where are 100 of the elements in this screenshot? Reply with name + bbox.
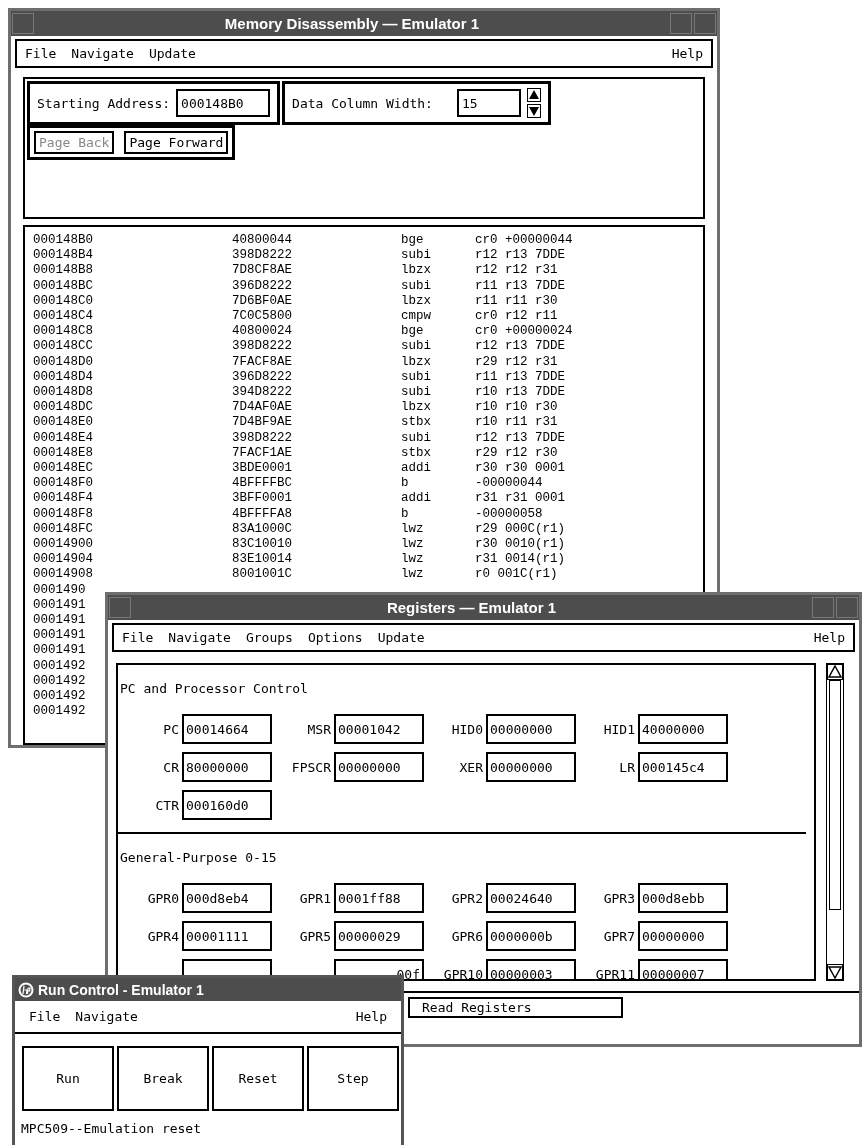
register-field[interactable]: 000160d0	[182, 790, 272, 820]
opcode-cell: 4BFFFFA8	[232, 506, 292, 522]
register-field[interactable]: 000d8eb4	[182, 883, 272, 913]
opcode-cell: 7C0C5800	[232, 309, 292, 325]
menu-item[interactable]: Update	[377, 630, 425, 645]
run-control-button[interactable]: Step	[307, 1046, 399, 1111]
address-cell: 000148DC	[33, 400, 93, 416]
page-button[interactable]: Page Forward	[124, 131, 229, 154]
register-field[interactable]: 0000000b	[486, 921, 576, 951]
run-control-button[interactable]: Reset	[212, 1046, 304, 1111]
address-cell: 000148B8	[33, 263, 93, 279]
group-title: General-Purpose 0-15	[119, 849, 278, 867]
register-field[interactable]: 00001042	[334, 714, 424, 744]
address-cell: 00014908	[33, 567, 93, 583]
address-cell: 000148C4	[33, 309, 93, 325]
operands-cell: r30 r30 0001	[475, 461, 565, 477]
opcode-cell: 7FACF1AE	[232, 445, 292, 462]
logo-icon[interactable]	[18, 981, 34, 998]
register-label: CR	[163, 759, 179, 775]
opcode-cell: 7D4AF0AE	[232, 400, 292, 416]
operands-cell: r12 r13 7DDE	[475, 248, 565, 264]
operands-cell: cr0 r12 r11	[475, 309, 558, 325]
starting-address-field[interactable]: 000148B0	[176, 89, 271, 117]
operands-cell: cr0 +00000024	[475, 324, 573, 340]
register-label: LR	[619, 759, 635, 775]
opcode-cell: 3BDE0001	[232, 461, 292, 477]
register-field[interactable]: 00000029	[334, 921, 424, 951]
menu-item[interactable]: Groups	[245, 630, 293, 645]
register-field[interactable]: 00000003	[486, 959, 576, 979]
register-label: CTR	[155, 797, 179, 813]
help-menu[interactable]: Help	[671, 46, 703, 61]
register-field[interactable]: 80000000	[182, 752, 272, 782]
run-control-button[interactable]: Run	[22, 1046, 114, 1111]
operands-cell: r31 r31 0001	[475, 491, 565, 507]
register-label: GPR5	[299, 928, 331, 944]
operands-cell: r30 0010(r1)	[475, 537, 565, 553]
mnemonic-cell: lbzx	[401, 263, 431, 279]
help-menu[interactable]: Help	[355, 1009, 387, 1024]
spin-arrows-icon[interactable]	[526, 88, 541, 118]
opcode-cell: 398D8222	[232, 339, 292, 355]
menu-item[interactable]: Update	[148, 46, 196, 61]
opcode-cell: 8001001C	[232, 567, 292, 583]
opcode-cell: 40800024	[232, 324, 292, 340]
mnemonic-cell: lbzx	[401, 354, 431, 370]
register-label: MSR	[307, 721, 331, 737]
register-field[interactable]: 000145c4	[638, 752, 728, 782]
mnemonic-cell: lwz	[401, 537, 424, 553]
register-field[interactable]: 00000000	[334, 752, 424, 782]
register-field[interactable]: 00024640	[486, 883, 576, 913]
scroll-thumb[interactable]	[829, 680, 841, 910]
opcode-cell: 83C10010	[232, 537, 292, 553]
address-cell: 000148F8	[33, 506, 93, 522]
mnemonic-cell: bge	[401, 324, 424, 340]
mnemonic-cell: stbx	[401, 415, 431, 431]
register-field[interactable]: 00014664	[182, 714, 272, 744]
menu-item[interactable]: File	[25, 46, 57, 61]
menu-item[interactable]: Navigate	[168, 630, 231, 645]
register-field[interactable]: 000d8ebb	[638, 883, 728, 913]
opcode-cell: 83A1000C	[232, 521, 292, 538]
operands-cell: -00000044	[475, 476, 543, 492]
register-label: XER	[459, 759, 483, 775]
register-field[interactable]: 00000000	[486, 752, 576, 782]
mnemonic-cell: addi	[401, 491, 431, 507]
column-width-field[interactable]: 15	[456, 89, 521, 117]
help-menu[interactable]: Help	[813, 630, 845, 645]
mnemonic-cell: subi	[401, 385, 431, 401]
address-cell: 000148E8	[33, 445, 93, 462]
run-control-button[interactable]: Break	[117, 1046, 209, 1111]
mnemonic-cell: lbzx	[401, 293, 431, 309]
register-field[interactable]: 00000000	[486, 714, 576, 744]
register-field[interactable]: 00000000	[638, 921, 728, 951]
status-field: Read Registers	[408, 997, 623, 1018]
menu-item[interactable]: Options	[307, 630, 363, 645]
operands-cell: r0 001C(r1)	[475, 567, 558, 583]
register-field[interactable]: 00000007	[638, 959, 728, 979]
register-label: HID0	[451, 721, 483, 737]
opcode-cell: 396D8222	[232, 369, 292, 386]
vertical-scrollbar[interactable]	[826, 663, 844, 981]
register-label: HID1	[603, 721, 635, 737]
address-cell: 000148D8	[33, 385, 93, 401]
opcode-cell: 396D8222	[232, 278, 292, 294]
address-cell: 000148C8	[33, 324, 93, 340]
opcode-cell: 3BFF0001	[232, 491, 292, 507]
menu-item[interactable]: Navigate	[75, 1009, 138, 1024]
register-field[interactable]: 0001ff88	[334, 883, 424, 913]
menu-item[interactable]: File	[122, 630, 154, 645]
mnemonic-cell: subi	[401, 369, 431, 386]
register-field[interactable]: 00001111	[182, 921, 272, 951]
scroll-down-icon[interactable]	[827, 964, 843, 980]
menu-item[interactable]: File	[29, 1009, 61, 1024]
scroll-up-icon[interactable]	[827, 664, 843, 680]
address-cell: 000148F4	[33, 491, 93, 507]
address-cell: 0001492	[33, 704, 86, 720]
mnemonic-cell: lwz	[401, 521, 424, 538]
address-cell: 0001490	[33, 582, 86, 598]
register-field[interactable]: 40000000	[638, 714, 728, 744]
address-cell: 000148CC	[33, 339, 93, 355]
field-label: Data Column Width:	[292, 95, 433, 111]
menu-item[interactable]: Navigate	[71, 46, 134, 61]
mnemonic-cell: lwz	[401, 552, 424, 568]
